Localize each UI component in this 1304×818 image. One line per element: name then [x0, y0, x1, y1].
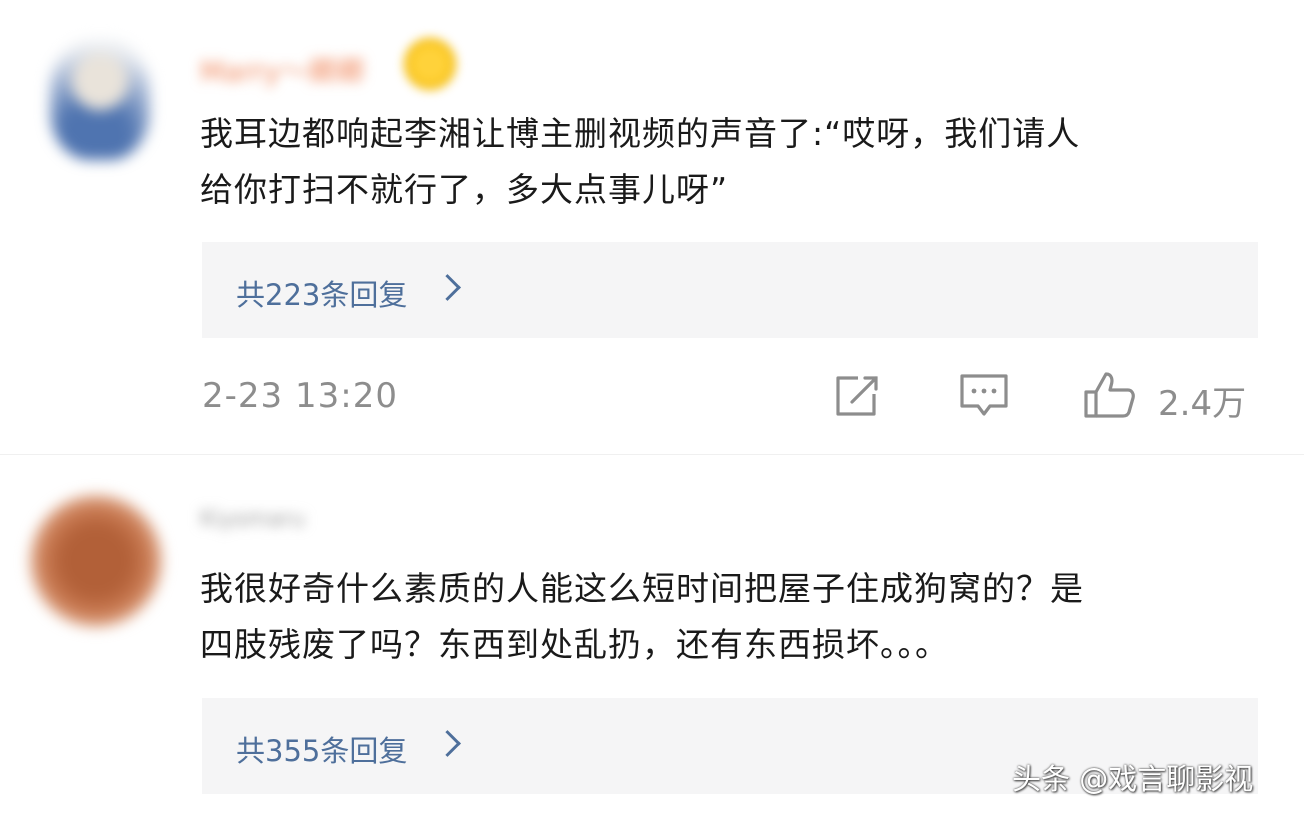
- comment-text: 我耳边都响起李湘让博主删视频的声音了:“哎呀，我们请人 给你打扫不就行了，多大点…: [200, 106, 1240, 218]
- view-replies-button[interactable]: 共223条回复: [202, 242, 1258, 338]
- share-icon[interactable]: [832, 374, 882, 420]
- username[interactable]: Marry～卿卿: [200, 50, 364, 90]
- chevron-right-icon: [434, 274, 461, 301]
- comment-timestamp: 2-23 13:20: [202, 376, 398, 416]
- thumbs-up-icon[interactable]: [1082, 370, 1138, 420]
- chevron-right-icon: [434, 730, 461, 757]
- comment-icon[interactable]: [958, 372, 1010, 422]
- comment-text-line: 四肢残废了吗？东西到处乱扔，还有东西损坏。。。: [200, 625, 949, 664]
- comment-text-line: 我耳边都响起李湘让博主删视频的声音了:“哎呀，我们请人: [200, 114, 1081, 153]
- comment-text-line: 给你打扫不就行了，多大点事儿呀”: [200, 170, 729, 209]
- comment-item: Marry～卿卿 我耳边都响起李湘让博主删视频的声音了:“哎呀，我们请人 给你打…: [0, 0, 1304, 455]
- vip-badge-icon: [404, 38, 456, 90]
- watermark: 头条 @戏言聊影视: [1012, 762, 1254, 796]
- comment-text-line: 我很好奇什么素质的人能这么短时间把屋子住成狗窝的？是: [200, 569, 1084, 608]
- likes-count: 2.4万: [1158, 384, 1247, 424]
- replies-count-label: 共355条回复: [236, 734, 408, 768]
- username[interactable]: Kiyomaru: [200, 507, 305, 532]
- replies-count-label: 共223条回复: [236, 278, 408, 312]
- avatar[interactable]: [30, 495, 162, 627]
- comment-text: 我很好奇什么素质的人能这么短时间把屋子住成狗窝的？是 四肢残废了吗？东西到处乱扔…: [200, 561, 1240, 673]
- avatar[interactable]: [50, 40, 150, 160]
